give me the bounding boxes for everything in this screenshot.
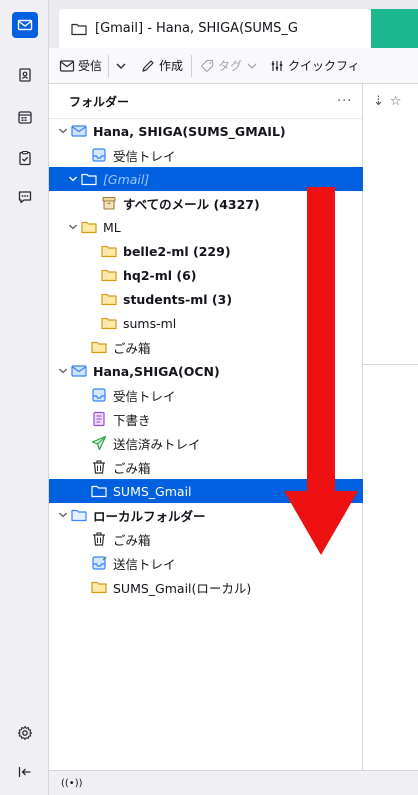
- folder-icon: [91, 339, 107, 355]
- pencil-icon: [142, 59, 154, 72]
- archive-icon: [101, 195, 117, 211]
- folder-label: ML: [103, 219, 121, 235]
- folder-pane-menu-button[interactable]: ...: [337, 90, 352, 105]
- twisty-expanded-icon[interactable]: [57, 119, 69, 143]
- write-label: 作成: [159, 59, 184, 73]
- folder-label: students-ml (3): [123, 291, 233, 307]
- drafts-icon: [91, 411, 107, 427]
- folder-label: 受信トレイ: [113, 388, 176, 404]
- get-messages-dropdown[interactable]: [115, 60, 127, 72]
- address-book-icon: [19, 68, 31, 82]
- chat-space-button[interactable]: [12, 184, 38, 210]
- thread-pane-header: ⇣ ☆: [363, 84, 418, 119]
- quick-filter-button[interactable]: クイックフィ: [270, 57, 360, 74]
- get-messages-button[interactable]: 受信: [59, 57, 102, 74]
- folder-row-1[interactable]: 受信トレイ: [49, 143, 363, 167]
- twisty-expanded-icon[interactable]: [57, 503, 69, 527]
- local-folder-icon: [71, 507, 87, 523]
- folder-icon: [101, 267, 117, 283]
- filter-icon: [271, 60, 283, 71]
- message-pane-splitter[interactable]: [363, 364, 418, 365]
- mail-space-button[interactable]: [12, 12, 38, 38]
- tag-icon: [200, 59, 214, 72]
- folder-label: [Gmail]: [103, 171, 150, 187]
- collapse-left-icon: [18, 767, 31, 777]
- folder-label: SUMS_Gmail(ローカル): [113, 580, 252, 596]
- calendar-icon: [18, 111, 32, 124]
- quick-filter-label: クイックフィ: [288, 59, 360, 73]
- folder-icon: [101, 291, 117, 307]
- folder-icon: [101, 315, 117, 331]
- inbox-icon: [91, 387, 107, 403]
- spaces-toolbar: [0, 0, 49, 795]
- folder-pane-title: フォルダー: [69, 94, 130, 109]
- sent-icon: [91, 435, 107, 451]
- status-bar: ((•)): [49, 770, 418, 795]
- tasks-space-button[interactable]: [12, 145, 38, 171]
- tab-gmail-folder[interactable]: [Gmail] - Hana, SHIGA(SUMS_G: [59, 9, 371, 48]
- folder-icon: [71, 23, 87, 35]
- tag-button[interactable]: タグ: [200, 57, 258, 74]
- settings-button[interactable]: [12, 720, 38, 746]
- calendar-space-button[interactable]: [12, 104, 38, 130]
- outbox-icon: [91, 555, 107, 571]
- gear-icon: [17, 725, 33, 741]
- tasks-icon: [19, 150, 31, 166]
- trash-icon: [91, 531, 107, 547]
- twisty-expanded-icon[interactable]: [57, 359, 69, 383]
- folder-label: hq2-ml (6): [123, 267, 197, 283]
- online-status-indicator[interactable]: ((•)): [61, 778, 83, 789]
- folder-row-19[interactable]: SUMS_Gmail(ローカル): [49, 575, 363, 599]
- folder-label: 送信済みトレイ: [113, 436, 201, 452]
- folder-icon: [101, 243, 117, 259]
- folder-icon: [91, 579, 107, 595]
- star-icon[interactable]: ☆: [390, 94, 402, 109]
- folder-pane-header: フォルダー ...: [49, 84, 362, 119]
- thread-toggle-icon[interactable]: ⇣: [373, 94, 384, 109]
- folder-icon: [91, 483, 107, 499]
- folder-label: sums-ml: [123, 315, 177, 331]
- folder-label: Hana, SHIGA(SUMS_GMAIL): [93, 123, 286, 139]
- folder-label: ごみ箱: [113, 460, 151, 476]
- folder-label: 受信トレイ: [113, 148, 176, 164]
- chevron-down-icon: [247, 63, 257, 69]
- folder-label: ローカルフォルダー: [93, 508, 206, 524]
- folder-row-0[interactable]: Hana, SHIGA(SUMS_GMAIL): [49, 119, 363, 143]
- address-book-space-button[interactable]: [12, 62, 38, 88]
- folder-label: ごみ箱: [113, 532, 151, 548]
- annotation-arrow-shaft: [307, 187, 335, 491]
- twisty-expanded-icon[interactable]: [67, 167, 79, 191]
- folder-label: SUMS_Gmail: [113, 483, 192, 499]
- annotation-arrow: [284, 187, 358, 555]
- tab-title: [Gmail] - Hana, SHIGA(SUMS_G: [95, 21, 298, 36]
- write-button[interactable]: 作成: [141, 57, 183, 74]
- collapse-spaces-button[interactable]: [12, 759, 38, 785]
- folder-label: belle2-ml (229): [123, 243, 231, 259]
- get-messages-icon: [59, 59, 75, 72]
- twisty-expanded-icon[interactable]: [67, 215, 79, 239]
- folder-label: Hana,SHIGA(OCN): [93, 363, 220, 379]
- inbox-icon: [91, 147, 107, 163]
- get-messages-label: 受信: [78, 59, 103, 73]
- thread-pane: ⇣ ☆: [363, 84, 418, 770]
- folder-label: 送信トレイ: [113, 556, 176, 572]
- account-mail-icon: [71, 123, 87, 139]
- tab-overflow-area: [371, 9, 418, 48]
- chat-icon: [18, 191, 32, 204]
- tab-bar: [Gmail] - Hana, SHIGA(SUMS_G: [49, 0, 418, 48]
- tag-label: タグ: [218, 59, 243, 73]
- annotation-arrow-head: [284, 491, 358, 555]
- mail-toolbar: 受信 作成 タグ クイックフィ: [49, 48, 418, 84]
- folder-icon: [81, 219, 97, 235]
- folder-label: すべてのメール (4327): [123, 196, 260, 212]
- folder-icon: [81, 171, 97, 187]
- trash-icon: [91, 459, 107, 475]
- folder-label: ごみ箱: [113, 340, 151, 356]
- folder-label: 下書き: [113, 412, 151, 428]
- chevron-down-icon: [116, 63, 126, 69]
- mail-icon: [17, 19, 33, 31]
- account-mail-icon: [71, 363, 87, 379]
